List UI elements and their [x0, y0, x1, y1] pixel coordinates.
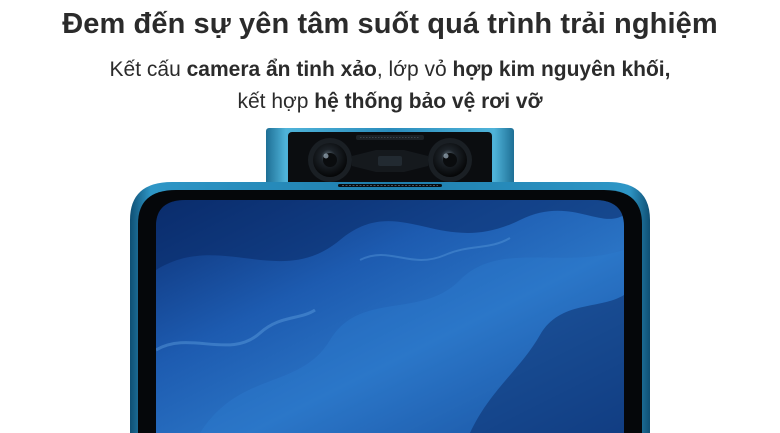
- camera-lens-icon: [308, 138, 352, 182]
- subtitle-line-1: Kết cấu camera ẩn tinh xảo, lớp vỏ hợp k…: [0, 58, 780, 82]
- camera-lens-icon: [428, 138, 472, 182]
- subtitle-highlight: camera ẩn tinh xảo: [186, 58, 377, 81]
- subtitle-highlight: hợp kim nguyên khối,: [452, 58, 671, 81]
- promo-banner: Đem đến sự yên tâm suốt quá trình trải n…: [0, 0, 780, 433]
- subtitle-highlight: hệ thống bảo vệ rơi vỡ: [314, 90, 543, 113]
- headline: Đem đến sự yên tâm suốt quá trình trải n…: [62, 8, 718, 40]
- phone-illustration: [0, 120, 780, 433]
- pop-up-camera-module: [266, 128, 514, 190]
- subtitle-text: , lớp vỏ: [376, 58, 453, 81]
- phone-screen: [156, 200, 624, 433]
- subtitle-text: Kết cấu: [109, 58, 187, 81]
- subtitle-line-2: kết hợp hệ thống bảo vệ rơi vỡ: [0, 90, 780, 114]
- subtitle-text: kết hợp: [237, 90, 315, 113]
